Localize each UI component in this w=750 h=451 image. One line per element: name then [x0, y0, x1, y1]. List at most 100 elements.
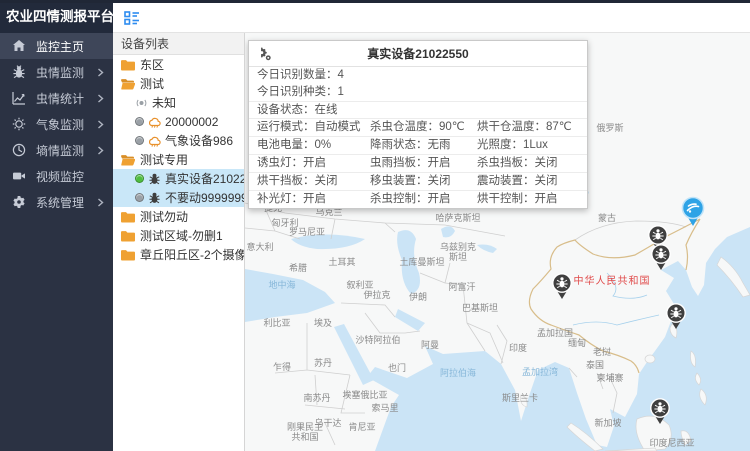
bug-station-marker-icon[interactable]	[551, 273, 573, 300]
tree-item-label: 未知	[152, 94, 176, 111]
sidebar-item-label: 监控主页	[36, 38, 84, 55]
sidebar-item-chart[interactable]: 虫情统计	[0, 85, 113, 111]
folder-closed-icon	[121, 230, 135, 242]
app-window: 农业四情测报平台 监控主页虫情监测虫情统计气象监测墒情监测视频监控系统管理 设备…	[0, 0, 750, 451]
tree-item-label: 测试勿动	[140, 208, 188, 225]
status-dot-gray	[135, 193, 144, 202]
sidebar-item-label: 系统管理	[36, 194, 84, 211]
topbar	[113, 3, 750, 33]
device-settings-icon[interactable]	[257, 47, 272, 62]
chart-icon	[12, 91, 26, 105]
popup-grid-cell: 杀虫控制：开启	[362, 191, 469, 208]
sidebar: 农业四情测报平台 监控主页虫情监测虫情统计气象监测墒情监测视频监控系统管理	[0, 0, 113, 451]
popup-header: 真实设备21022550	[249, 41, 587, 67]
tree-folder[interactable]: 测试	[113, 74, 244, 93]
popup-grid-cell: 光照度：1Lux	[469, 137, 587, 154]
popup-grid-cell: 诱虫灯：开启	[249, 155, 362, 172]
tree-device[interactable]: 未知	[113, 93, 244, 112]
popup-grid-row: 烘干挡板：关闭移虫装置：关闭震动装置：关闭	[249, 172, 587, 190]
top-strip	[0, 0, 750, 3]
chevron-right-icon	[97, 68, 104, 77]
map-view[interactable]: 俄罗斯蒙古哈萨克斯坦乌克兰捷克匈牙利罗马尼亚意大利希腊土耳其地中海叙利亚伊拉克伊…	[245, 33, 750, 451]
tree-item-label: 测试专用	[140, 151, 188, 168]
device-info-popup: 真实设备21022550 今日识别数量：4今日识别种类：1设备状态：在线运行模式…	[248, 40, 588, 209]
popup-device-title: 真实设备21022550	[367, 45, 468, 62]
device-list-panel: 设备列表 东区测试未知20000002气象设备986测试专用真实设备210225…	[113, 33, 245, 451]
popup-grid-cell: 烘干控制：开启	[469, 191, 587, 208]
tree-folder[interactable]: 测试勿动	[113, 207, 244, 226]
sidebar-item-label: 气象监测	[36, 116, 84, 133]
tree-item-label: 真实设备21022550	[165, 170, 245, 187]
chevron-right-icon	[97, 94, 104, 103]
popup-grid-cell: 烘干挡板：关闭	[249, 173, 362, 190]
bug-device-icon	[148, 173, 161, 185]
app-title: 农业四情测报平台	[0, 0, 113, 33]
weather-icon	[12, 117, 26, 131]
popup-grid-cell: 杀虫挡板：关闭	[469, 155, 587, 172]
popup-grid-row: 诱虫灯：开启虫雨挡板：开启杀虫挡板：关闭	[249, 154, 587, 172]
cluster-marker-icon[interactable]	[680, 196, 706, 227]
weather-device-icon	[148, 116, 161, 128]
sidebar-item-label: 虫情统计	[36, 90, 84, 107]
folder-open-icon	[121, 78, 135, 90]
tree-device[interactable]: 20000002	[113, 112, 244, 131]
tree-item-label: 不要动99999999	[165, 189, 245, 206]
moisture-icon	[12, 143, 26, 157]
sidebar-item-label: 墒情监测	[36, 142, 84, 159]
tree-device[interactable]: 气象设备986	[113, 131, 244, 150]
tree-device[interactable]: 不要动99999999	[113, 188, 244, 207]
video-icon	[12, 169, 26, 183]
chevron-right-icon	[97, 198, 104, 207]
device-list-toggle-icon[interactable]	[124, 10, 140, 26]
settings-icon	[12, 195, 26, 209]
device-tree: 东区测试未知20000002气象设备986测试专用真实设备21022550 不要动…	[113, 55, 244, 264]
tree-folder[interactable]: 东区	[113, 55, 244, 74]
sidebar-item-label: 视频监控	[36, 168, 84, 185]
sidebar-item-settings[interactable]: 系统管理	[0, 189, 113, 215]
chevron-right-icon	[97, 146, 104, 155]
popup-grid-cell: 降雨状态：无雨	[362, 137, 469, 154]
status-dot-gray	[135, 136, 144, 145]
bug-device-icon	[148, 192, 161, 204]
tree-device[interactable]: 真实设备21022550	[113, 169, 244, 188]
popup-grid-cell: 虫雨挡板：开启	[362, 155, 469, 172]
popup-grid-cell: 补光灯：开启	[249, 191, 362, 208]
popup-grid-row: 电池电量：0%降雨状态：无雨光照度：1Lux	[249, 136, 587, 154]
sidebar-item-moisture[interactable]: 墒情监测	[0, 137, 113, 163]
popup-grid-row: 运行模式：自动模式杀虫仓温度：90℃烘干仓温度：87℃	[249, 118, 587, 136]
popup-grid-cell: 移虫装置：关闭	[362, 173, 469, 190]
sidebar-item-label: 虫情监测	[36, 64, 84, 81]
bug-station-marker-icon[interactable]	[649, 398, 671, 425]
popup-grid-row: 补光灯：开启杀虫控制：开启烘干控制：开启	[249, 190, 587, 208]
popup-grid-cell: 杀虫仓温度：90℃	[362, 119, 469, 136]
sidebar-menu: 监控主页虫情监测虫情统计气象监测墒情监测视频监控系统管理	[0, 33, 113, 215]
sidebar-item-weather[interactable]: 气象监测	[0, 111, 113, 137]
popup-grid-cell: 电池电量：0%	[249, 137, 362, 154]
tree-folder[interactable]: 测试专用	[113, 150, 244, 169]
popup-grid-cell: 运行模式：自动模式	[249, 119, 362, 136]
weather-device-icon	[148, 135, 161, 147]
bug-icon	[12, 65, 26, 79]
status-dot-gray	[135, 117, 144, 126]
popup-grid-cell: 震动装置：关闭	[469, 173, 587, 190]
tree-item-label: 东区	[140, 56, 164, 73]
bug-station-marker-icon[interactable]	[650, 244, 672, 271]
tree-item-label: 章丘阳丘区-2个摄像头	[140, 246, 245, 263]
tree-folder[interactable]: 章丘阳丘区-2个摄像头	[113, 245, 244, 264]
popup-status-row: 设备状态：在线	[249, 101, 587, 118]
bug-station-marker-icon[interactable]	[665, 303, 687, 330]
tree-item-label: 测试区域-勿删1	[140, 227, 223, 244]
device-list-title: 设备列表	[113, 33, 244, 55]
sidebar-item-bug[interactable]: 虫情监测	[0, 59, 113, 85]
tree-item-label: 测试	[140, 75, 164, 92]
folder-closed-icon	[121, 59, 135, 71]
sidebar-item-home[interactable]: 监控主页	[0, 33, 113, 59]
popup-grid-cell: 烘干仓温度：87℃	[469, 119, 587, 136]
chevron-right-icon	[97, 120, 104, 129]
status-dot-green	[135, 174, 144, 183]
home-icon	[12, 39, 26, 53]
sidebar-item-video[interactable]: 视频监控	[0, 163, 113, 189]
tree-folder[interactable]: 测试区域-勿删1	[113, 226, 244, 245]
popup-summary-row: 今日识别种类：1	[249, 84, 587, 101]
folder-open-icon	[121, 154, 135, 166]
